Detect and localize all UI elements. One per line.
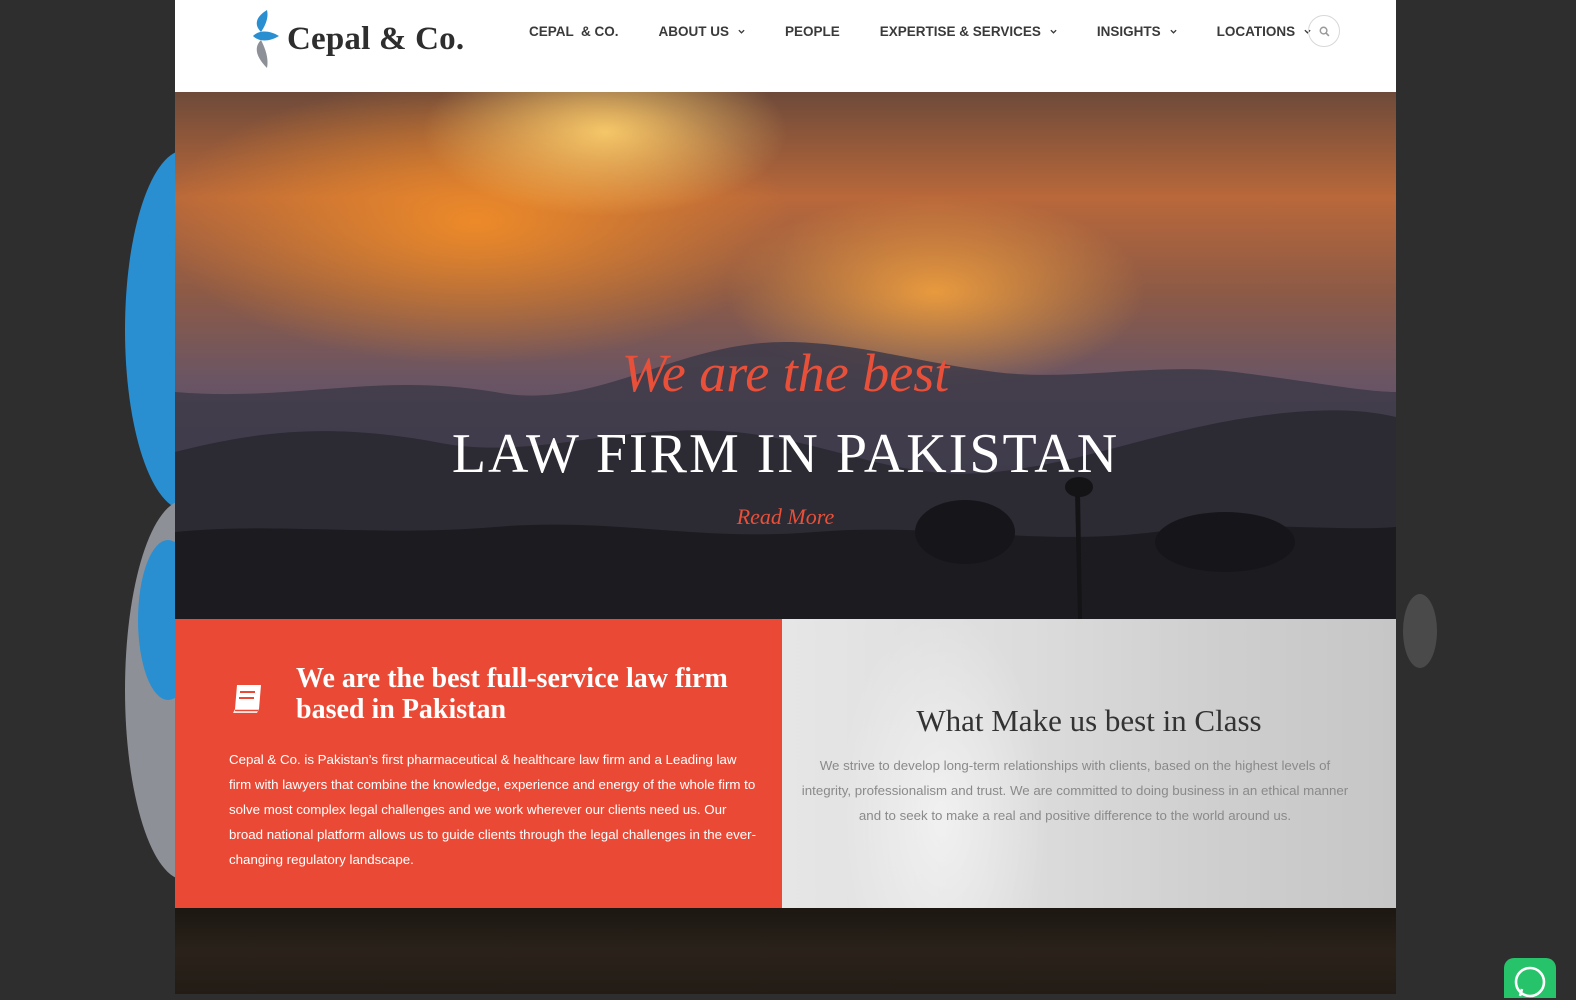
nav-item-locations[interactable]: LOCATIONS: [1217, 19, 1312, 43]
chevron-down-icon: [1050, 29, 1057, 34]
nav-item-people[interactable]: PEOPLE: [785, 19, 840, 43]
chevron-down-icon: [1169, 29, 1177, 34]
hero-banner: We are the best LAW FIRM IN PAKISTAN Rea…: [175, 92, 1396, 619]
nav-label: INSIGHTS: [1096, 23, 1161, 39]
intro-title: We are the best full-service law firm ba…: [296, 663, 728, 725]
search-icon: [1319, 26, 1329, 36]
intro-panel: We are the best full-service law firm ba…: [175, 619, 782, 908]
intro-body: Cepal & Co. is Pakistan’s first pharmace…: [229, 752, 757, 867]
main-nav: CEPAL & CO. ABOUT US PEOPLE EXPERTISE & …: [529, 19, 1351, 43]
brand-name: Cepal & Co.: [287, 20, 465, 57]
nav-label: ABOUT US: [658, 23, 730, 39]
nav-item-cepal[interactable]: CEPAL & CO.: [529, 19, 619, 43]
book-icon: [233, 685, 261, 713]
nav-label: CEPAL & CO.: [529, 23, 619, 39]
chevron-down-icon: [738, 29, 745, 34]
hero-subtitle: We are the best: [621, 343, 950, 403]
best-in-class-title: What Make us best in Class: [916, 703, 1262, 738]
side-scroll-indicator: [1403, 594, 1437, 668]
read-more-link[interactable]: Read More: [175, 504, 1396, 530]
nav-item-about-us[interactable]: ABOUT US: [659, 19, 746, 43]
nav-label: PEOPLE: [785, 23, 840, 39]
whatsapp-button[interactable]: [1504, 958, 1556, 998]
nav-label: LOCATIONS: [1216, 23, 1296, 39]
site-header: Cepal & Co. CEPAL & CO. ABOUT US PEOPLE …: [175, 0, 1396, 92]
whatsapp-icon: [1514, 966, 1546, 998]
site-logo[interactable]: Cepal & Co.: [249, 6, 464, 72]
logo-mark-icon: [253, 10, 279, 68]
best-in-class-body: We strive to develop long-term relations…: [801, 758, 1349, 823]
hero-title: LAW FIRM IN PAKISTAN: [451, 423, 1120, 485]
nav-item-insights[interactable]: INSIGHTS: [1097, 19, 1177, 43]
page-container: Cepal & Co. CEPAL & CO. ABOUT US PEOPLE …: [175, 0, 1396, 994]
search-button[interactable]: [1308, 15, 1340, 47]
next-section-background: [175, 908, 1396, 994]
best-in-class-panel: What Make us best in Class We strive to …: [782, 619, 1396, 908]
nav-label: EXPERTISE & SERVICES: [879, 23, 1041, 39]
nav-item-expertise-services[interactable]: EXPERTISE & SERVICES: [880, 19, 1057, 43]
